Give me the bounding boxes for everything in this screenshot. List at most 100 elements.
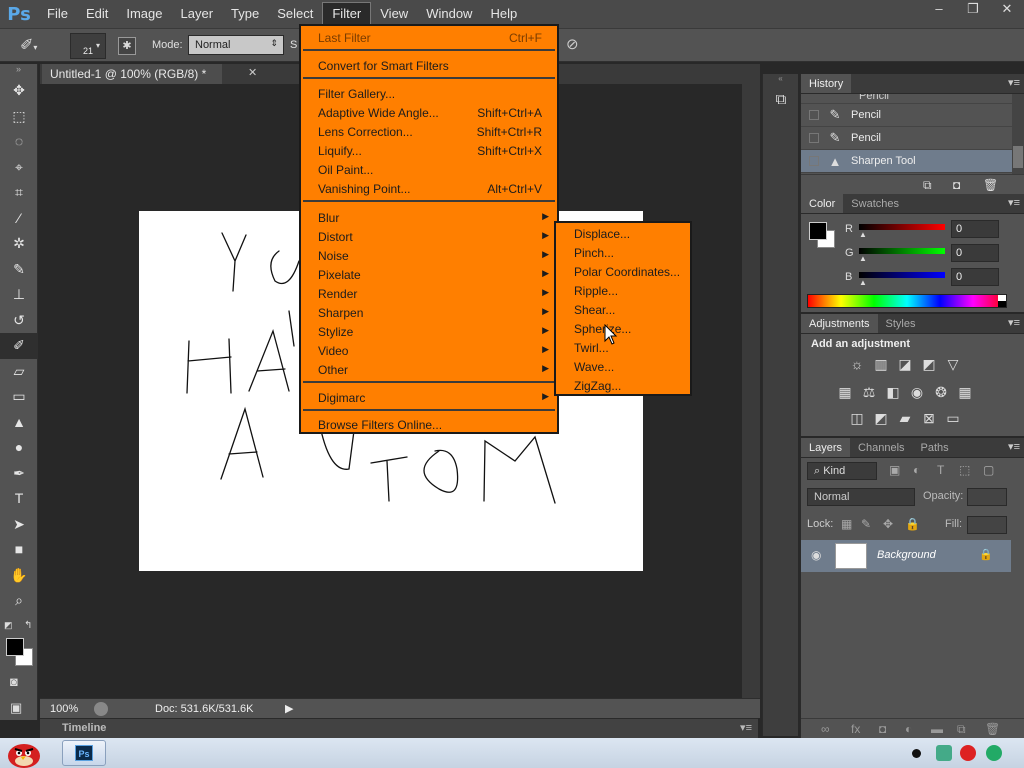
blur-tool-icon[interactable]: ▲ [0,410,38,436]
submenu-item-shear[interactable]: Shear... [574,301,615,320]
invert-icon[interactable]: ◫ [845,410,869,432]
new-layer-icon[interactable]: ⧉ [957,722,966,737]
brightness-icon[interactable]: ☼ [845,356,869,378]
new-document-from-state-icon[interactable]: ⧉ [923,178,932,193]
green-slider[interactable]: G ▲ 0 [845,244,1024,264]
tab-channels[interactable]: Channels [850,438,912,457]
path-selection-tool-icon[interactable]: ➤ [0,512,38,538]
brush-tool-icon[interactable]: ✎ [0,257,38,283]
menu-item-distort[interactable]: Distort ▶ [301,227,557,246]
vibrance-icon[interactable]: ▽ [941,356,965,378]
adjustment-filter-icon[interactable]: ◐ [913,463,920,477]
lasso-tool-icon[interactable]: ◌ [0,129,38,155]
zoom-tool-icon[interactable]: ⌕ [0,588,38,614]
selective-color-icon[interactable]: ⊠ [917,410,941,432]
gradient-map-icon[interactable]: ▭ [941,410,965,432]
lock-transparency-icon[interactable]: ▦ [841,517,852,531]
history-checkbox[interactable] [809,133,819,143]
mask-icon[interactable]: ◘ [879,722,886,736]
fx-icon[interactable]: fx [851,722,860,736]
vertical-scrollbar[interactable] [742,84,760,698]
document-tab[interactable]: Untitled-1 @ 100% (RGB/8) * [42,64,222,84]
blue-slider-bar[interactable] [859,272,945,278]
history-scrollbar[interactable] [1012,94,1024,174]
levels-icon[interactable]: ▥ [869,356,893,378]
status-info-icon[interactable] [94,702,108,716]
foreground-color-swatch[interactable] [809,222,827,240]
smart-object-filter-icon[interactable]: ▢ [983,463,994,477]
type-tool-icon[interactable]: T [0,486,38,512]
layer-kind-filter[interactable]: ⌕ Kind [807,462,877,480]
brush-panel-icon[interactable]: ✱ [118,37,136,55]
tab-swatches[interactable]: Swatches [843,194,907,213]
whatsapp-icon[interactable] [986,745,1002,761]
green-slider-bar[interactable] [859,248,945,254]
network-icon[interactable] [936,745,952,761]
restore-button[interactable]: ❐ [956,0,990,20]
menu-item-lens-correction[interactable]: Lens Correction... Shift+Ctrl+R [301,122,557,141]
threshold-icon[interactable]: ▰ [893,410,917,432]
menu-item-filter-gallery[interactable]: Filter Gallery... [301,84,557,103]
submenu-item-wave[interactable]: Wave... [574,358,614,377]
history-panel-icon[interactable]: ⧉ [763,86,799,114]
close-window-button[interactable]: ✕ [990,0,1024,20]
photo-filter-icon[interactable]: ◉ [905,384,929,406]
lock-pixels-icon[interactable]: ✎ [861,517,871,531]
menu-item-sharpen[interactable]: Sharpen ▶ [301,303,557,322]
submenu-item-zigzag[interactable]: ZigZag... [574,377,621,396]
start-button[interactable] [4,738,44,768]
posterize-icon[interactable]: ◩ [869,410,893,432]
default-colors-icon[interactable]: ◩ [4,620,13,631]
layer-row-background[interactable]: ◉ Background 🔒 [801,540,1011,572]
slider-knob-icon[interactable]: ▲ [859,278,867,287]
menu-item-stylize[interactable]: Stylize ▶ [301,322,557,341]
shape-tool-icon[interactable]: ■ [0,537,38,563]
tab-history[interactable]: History [801,74,852,93]
hue-saturation-icon[interactable]: ▦ [833,384,857,406]
brush-size-picker[interactable]: 21 [70,33,106,59]
red-slider-bar[interactable] [859,224,945,230]
adjustment-layer-icon[interactable]: ◐ [905,722,912,736]
menu-item-convert-smart-filters[interactable]: Convert for Smart Filters [301,56,557,75]
zoom-field[interactable]: 100% [50,703,78,715]
menu-item-oil-paint[interactable]: Oil Paint... [301,160,557,179]
slider-knob-icon[interactable]: ▲ [859,254,867,263]
history-item[interactable]: ✎ Pencil [801,127,1024,150]
panel-menu-icon[interactable]: ▾≡ [1008,196,1020,209]
history-checkbox[interactable] [809,110,819,120]
menu-item-adaptive-wide-angle[interactable]: Adaptive Wide Angle... Shift+Ctrl+A [301,103,557,122]
menu-item-render[interactable]: Render ▶ [301,284,557,303]
timeline-tab[interactable]: Timeline [62,722,106,734]
folder-icon[interactable]: ▬ [931,722,943,736]
security-icon[interactable] [960,745,976,761]
tab-adjustments[interactable]: Adjustments [801,314,878,333]
channel-mixer-icon[interactable]: ❂ [929,384,953,406]
screen-mode-icon[interactable]: ▣ [10,700,22,716]
menu-type[interactable]: Type [222,0,268,28]
panel-menu-icon[interactable]: ▾≡ [1008,316,1020,329]
quick-selection-tool-icon[interactable]: ⌖ [0,155,38,181]
type-filter-icon[interactable]: T [937,463,944,477]
pen-tool-icon[interactable]: ✒ [0,461,38,487]
submenu-item-pinch[interactable]: Pinch... [574,244,614,263]
clone-stamp-tool-icon[interactable]: ⊥ [0,282,38,308]
history-item-selected[interactable]: ▲ Sharpen Tool [801,150,1024,173]
tab-color[interactable]: Color [801,194,844,213]
tab-paths[interactable]: Paths [913,438,957,457]
menu-item-vanishing-point[interactable]: Vanishing Point... Alt+Ctrl+V [301,179,557,198]
eraser-tool-icon[interactable]: ▱ [0,359,38,385]
blue-slider[interactable]: B ▲ 0 [845,268,1024,288]
sharpen-tool-icon[interactable]: ✐ [0,333,38,359]
menu-item-video[interactable]: Video ▶ [301,341,557,360]
pressure-icon[interactable]: ⊘ [566,35,586,55]
slider-knob-icon[interactable]: ▲ [859,230,867,239]
camera-icon[interactable]: ◘ [953,178,960,192]
eyedropper-tool-icon[interactable]: ⁄ [0,206,38,232]
fill-input[interactable] [967,516,1007,534]
color-balance-icon[interactable]: ⚖ [857,384,881,406]
foreground-color-swatch[interactable] [6,638,24,656]
lock-position-icon[interactable]: ✥ [883,517,893,531]
menu-item-other[interactable]: Other ▶ [301,360,557,379]
menu-edit[interactable]: Edit [77,0,117,28]
quick-mask-icon[interactable]: ◙ [10,674,18,689]
